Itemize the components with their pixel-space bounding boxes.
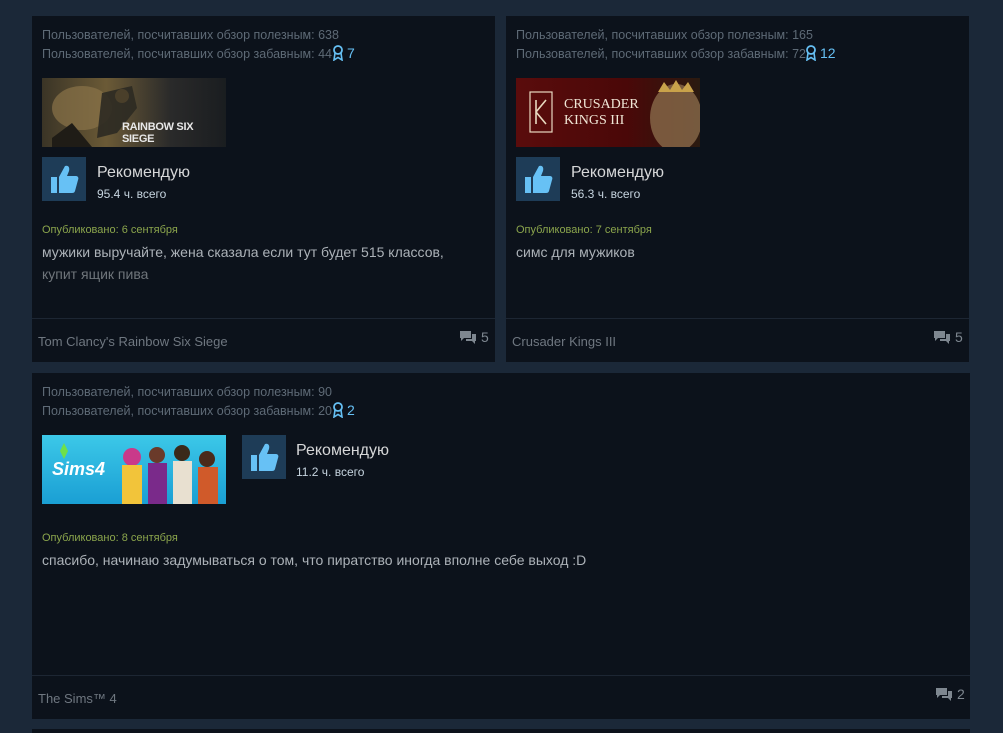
capsule-title-line2: KINGS III	[564, 113, 625, 128]
comments-count: 2	[957, 686, 965, 702]
card-divider	[32, 675, 970, 676]
award-ribbon-icon	[806, 45, 816, 61]
thumbs-up-icon	[51, 165, 79, 193]
comments-count: 5	[955, 329, 963, 345]
review-text-line: симс для мужиков	[516, 244, 635, 260]
hours-played: 56.3 ч. всего	[571, 187, 641, 201]
recommend-title[interactable]: Рекомендую	[296, 442, 389, 460]
review-text: симс для мужиков	[516, 241, 956, 263]
review-text-line: мужики выручайте, жена сказала если тут …	[42, 244, 444, 260]
thumbs-up-icon	[525, 165, 553, 193]
game-title-link[interactable]: Crusader Kings III	[512, 334, 616, 349]
hours-played: 95.4 ч. всего	[97, 187, 167, 201]
capsule-title-line1: CRUSADER	[564, 97, 639, 112]
capsule-title: RAINBOW SIX SIEGE	[122, 121, 194, 145]
awards-count: 2	[347, 402, 355, 418]
review-card-rainbow-six: Пользователей, посчитавших обзор полезны…	[32, 16, 495, 362]
comments-link[interactable]: 2	[935, 686, 965, 702]
card-divider	[32, 318, 495, 319]
game-title-link[interactable]: Tom Clancy's Rainbow Six Siege	[38, 334, 228, 349]
review-text: спасибо, начинаю задумываться о том, что…	[42, 549, 952, 571]
helpful-count: Пользователей, посчитавших обзор полезны…	[516, 28, 813, 42]
awards-badge[interactable]: 2	[332, 402, 355, 418]
funny-count: Пользователей, посчитавших обзор забавны…	[42, 404, 333, 418]
comments-count: 5	[481, 329, 489, 345]
recommend-title[interactable]: Рекомендую	[571, 164, 664, 182]
review-text-line: спасибо, начинаю задумываться о том, что…	[42, 552, 587, 568]
comments-link[interactable]: 5	[459, 329, 489, 345]
awards-count: 7	[347, 45, 355, 61]
comments-link[interactable]: 5	[933, 329, 963, 345]
game-capsule-image[interactable]: RAINBOW SIX SIEGE	[42, 78, 226, 147]
review-text: мужики выручайте, жена сказала если тут …	[42, 241, 482, 285]
card-divider	[506, 318, 969, 319]
comment-bubbles-icon	[460, 330, 476, 344]
review-card-crusader-kings: Пользователей, посчитавших обзор полезны…	[506, 16, 969, 362]
helpful-count: Пользователей, посчитавших обзор полезны…	[42, 385, 333, 399]
award-ribbon-icon	[333, 45, 343, 61]
recommend-thumb	[242, 435, 286, 479]
comment-bubbles-icon	[934, 330, 950, 344]
review-text-line-faded: купит ящик пива	[42, 266, 149, 282]
game-capsule-image[interactable]: CRUSADER KINGS III	[516, 78, 700, 147]
posted-date: Опубликовано: 8 сентября	[42, 532, 178, 544]
capsule-title: Sims4	[52, 459, 106, 479]
awards-badge[interactable]: 12	[805, 45, 836, 61]
funny-count: Пользователей, посчитавших обзор забавны…	[516, 47, 807, 61]
game-capsule-image[interactable]: Sims4	[42, 435, 226, 504]
posted-date: Опубликовано: 7 сентября	[516, 224, 652, 236]
awards-badge[interactable]: 7	[332, 45, 355, 61]
review-card-next	[32, 729, 970, 733]
helpful-count: Пользователей, посчитавших обзор полезны…	[42, 28, 339, 42]
awards-count: 12	[820, 45, 836, 61]
review-card-sims4: Пользователей, посчитавших обзор полезны…	[32, 373, 970, 719]
award-ribbon-icon	[333, 402, 343, 418]
recommend-title[interactable]: Рекомендую	[97, 164, 190, 182]
thumbs-up-icon	[251, 443, 279, 471]
funny-count: Пользователей, посчитавших обзор забавны…	[42, 47, 333, 61]
recommend-thumb	[42, 157, 86, 201]
posted-date: Опубликовано: 6 сентября	[42, 224, 178, 236]
hours-played: 11.2 ч. всего	[296, 465, 365, 479]
comment-bubbles-icon	[936, 687, 952, 701]
game-title-link[interactable]: The Sims™ 4	[38, 691, 117, 706]
recommend-thumb	[516, 157, 560, 201]
